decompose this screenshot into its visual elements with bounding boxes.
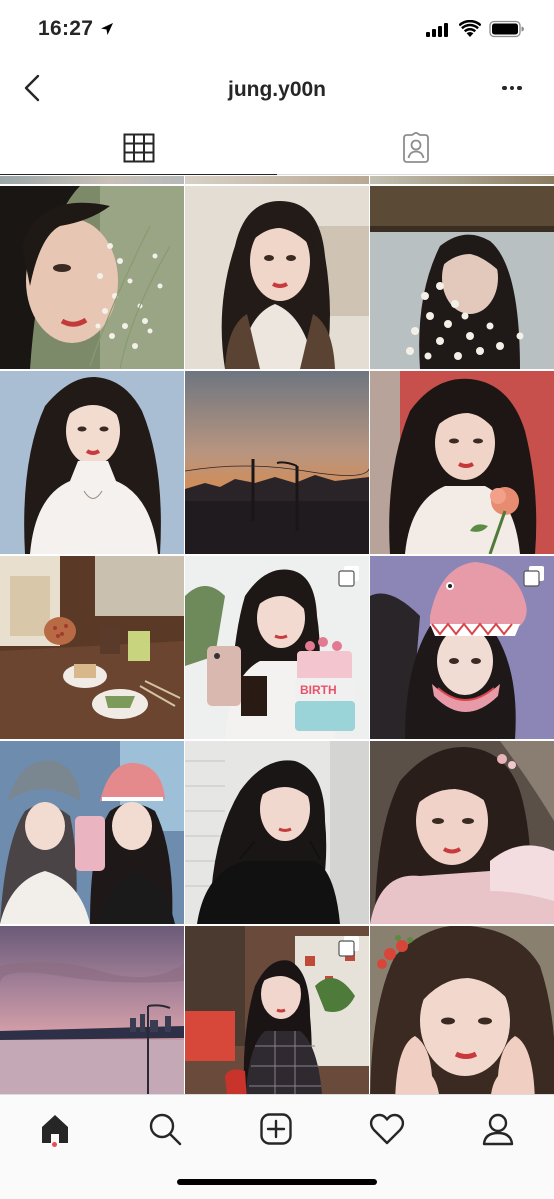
multiple-photos-icon	[338, 566, 359, 587]
post-thumbnail[interactable]	[0, 741, 184, 924]
tab-indicator	[0, 174, 277, 175]
more-dot	[509, 85, 515, 91]
tab-tagged[interactable]	[277, 120, 554, 176]
tab-grid[interactable]	[0, 120, 277, 176]
previous-row-edge	[0, 176, 554, 184]
signal-icon	[426, 23, 448, 37]
location-arrow-icon	[101, 23, 113, 35]
post-thumbnail[interactable]	[185, 926, 369, 1109]
post-image	[370, 371, 554, 554]
home-indicator	[177, 1179, 377, 1185]
profile-tabs	[0, 120, 554, 176]
bottom-tab-bar	[0, 1094, 554, 1199]
post-image	[185, 186, 369, 369]
more-options-button[interactable]	[496, 76, 528, 100]
post-thumbnail[interactable]: BIRTH	[185, 556, 369, 739]
multiple-photos-icon	[523, 566, 544, 587]
status-time: 16:27	[38, 17, 94, 40]
post-thumbnail[interactable]	[0, 926, 184, 1109]
profile-header: jung.y00n	[0, 60, 554, 120]
post-image	[0, 741, 184, 924]
post-thumbnail[interactable]	[0, 186, 184, 369]
posts-grid: BIRTH	[0, 186, 554, 1109]
nav-profile-button[interactable]	[478, 1109, 518, 1149]
more-dot	[502, 85, 507, 91]
post-image	[370, 186, 554, 369]
home-icon	[42, 1115, 68, 1143]
svg-text:BIRTH: BIRTH	[300, 683, 337, 697]
post-thumbnail[interactable]	[370, 741, 554, 924]
heart-icon	[369, 1113, 405, 1145]
tagged-person-icon	[402, 132, 429, 163]
profile-username: jung.y00n	[227, 78, 327, 101]
add-post-icon	[260, 1113, 292, 1145]
nav-new-post-button[interactable]	[256, 1109, 296, 1149]
search-icon	[149, 1113, 182, 1146]
post-thumbnail[interactable]	[370, 926, 554, 1109]
post-image	[370, 926, 554, 1109]
profile-icon	[482, 1113, 514, 1146]
battery-icon	[489, 20, 524, 38]
post-thumbnail[interactable]	[185, 371, 369, 554]
more-dot	[517, 85, 522, 91]
post-image	[0, 556, 184, 739]
post-thumbnail[interactable]	[0, 371, 184, 554]
post-image	[185, 371, 369, 554]
post-image	[0, 371, 184, 554]
post-thumbnail[interactable]	[185, 741, 369, 924]
post-thumbnail[interactable]	[370, 371, 554, 554]
post-thumbnail[interactable]	[0, 556, 184, 739]
wifi-icon	[459, 20, 481, 37]
post-image	[0, 186, 184, 369]
post-image	[370, 741, 554, 924]
post-thumbnail[interactable]	[370, 556, 554, 739]
nav-search-button[interactable]	[145, 1109, 185, 1149]
notification-dot	[52, 1142, 57, 1147]
nav-activity-button[interactable]	[367, 1109, 407, 1149]
post-image	[0, 926, 184, 1109]
post-image	[185, 741, 369, 924]
status-bar: 16:27	[0, 0, 554, 60]
grid-icon	[123, 133, 154, 163]
post-thumbnail[interactable]	[370, 186, 554, 369]
multiple-photos-icon	[338, 936, 359, 957]
post-thumbnail[interactable]	[185, 186, 369, 369]
